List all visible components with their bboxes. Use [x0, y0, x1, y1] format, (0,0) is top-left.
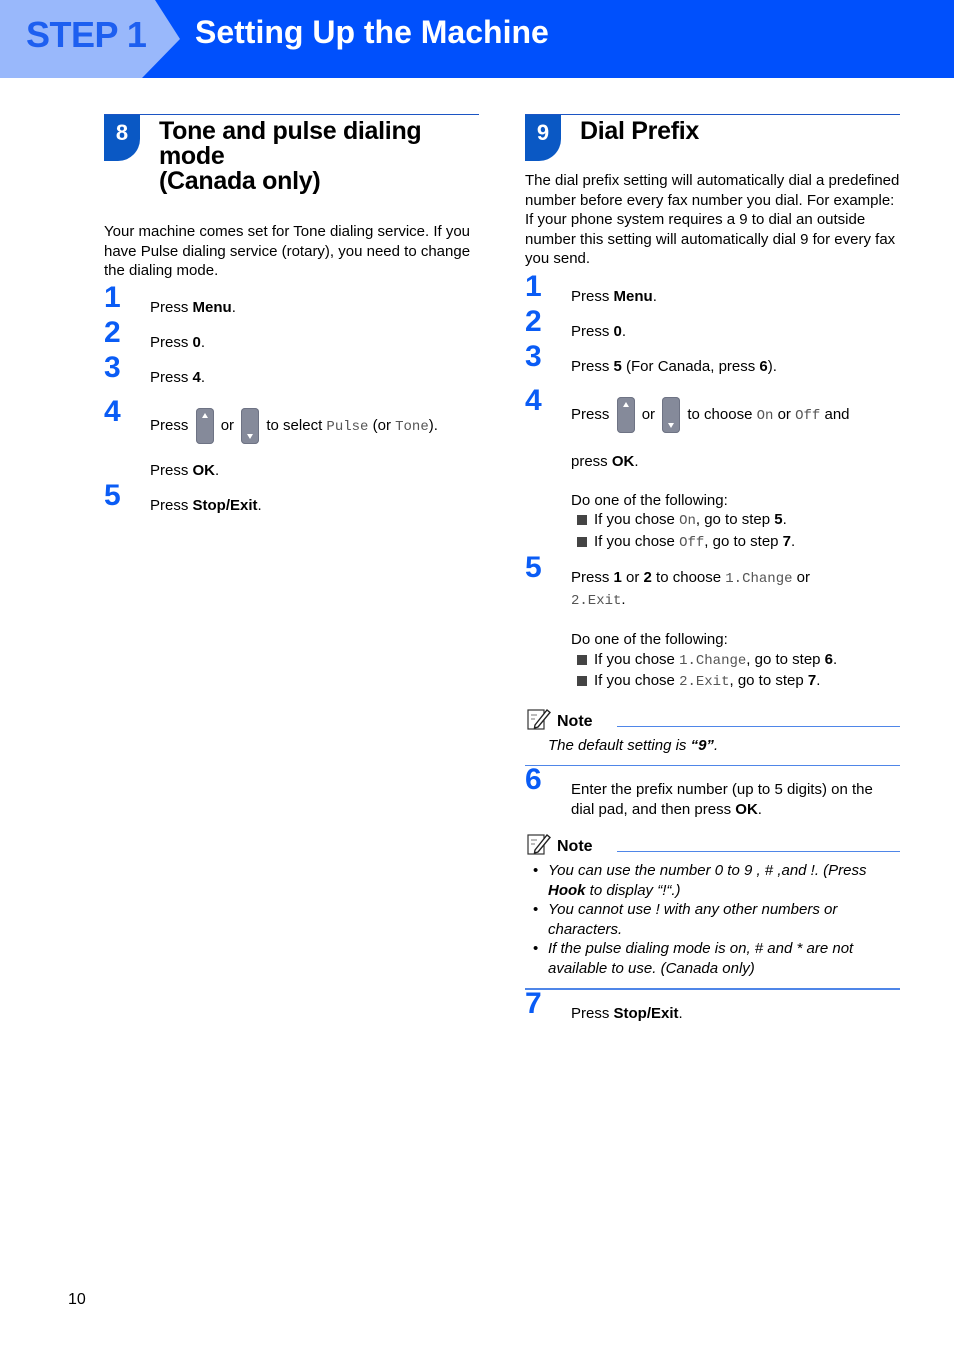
list-item: If you chose On, go to step 5. — [577, 510, 900, 532]
step-3: 3 Press 5 (For Canada, press 6). — [525, 339, 777, 375]
section-intro: The dial prefix setting will automatical… — [525, 172, 900, 267]
step-6: 6 Enter the prefix number (up to 5 digit… — [525, 763, 873, 818]
step-1: 1 Press Menu. — [104, 280, 236, 316]
step-5: 5 Press 1 or 2 to choose 1.Change or 2.Ex… — [525, 553, 900, 693]
page-title: Setting Up the Machine — [195, 14, 549, 50]
section-intro: Your machine comes set for Tone dialing … — [104, 223, 471, 279]
choice-list: If you chose On, go to step 5. If you ch… — [571, 510, 900, 553]
up-arrow-button-icon — [195, 408, 214, 444]
section-title: Dial Prefix — [580, 117, 699, 145]
step-3: 3 Press 4. — [104, 350, 206, 386]
step-5: 5 Press Stop/Exit. — [104, 479, 262, 514]
note-box: Note The default setting is “9”. — [525, 708, 900, 766]
step-1: 1 Press Menu. — [525, 269, 657, 305]
list-item: If you chose 2.Exit, go to step 7. — [577, 671, 900, 693]
step-label: STEP 1 — [26, 14, 147, 55]
list-item: You can use the number 0 to 9 , # ,and !… — [525, 861, 900, 900]
section-tone-pulse: 8 Tone and pulse dialing mode (Canada on… — [104, 114, 479, 516]
list-item: If you chose 1.Change, go to step 6. — [577, 650, 900, 672]
up-arrow-button-icon — [616, 397, 635, 433]
step-4: 4 Press or to choose On or Off and press… — [525, 386, 900, 553]
list-item: If the pulse dialing mode is on, # and *… — [525, 939, 900, 978]
list-item: You cannot use ! with any other numbers … — [525, 900, 900, 939]
header-banner: STEP 1 Setting Up the Machine — [0, 0, 954, 78]
choice-list: If you chose 1.Change, go to step 6. If … — [571, 650, 900, 693]
step-2: 2 Press 0. — [525, 304, 627, 340]
note-pencil-icon — [527, 834, 551, 855]
step-2: 2 Press 0. — [104, 315, 206, 351]
divider — [525, 765, 900, 766]
section-dial-prefix: 9 Dial Prefix The dial prefix setting wi… — [525, 114, 900, 1024]
list-item: If you chose Off, go to step 7. — [577, 532, 900, 554]
page-number: 10 — [68, 1291, 86, 1308]
note-box: Note You can use the number 0 to 9 , # ,… — [525, 834, 900, 990]
note-pencil-icon — [527, 708, 551, 730]
step-4: 4 Press or to select Pulse (or Tone). Pr… — [104, 395, 438, 479]
section-number-badge: 8 — [104, 115, 140, 161]
note-list: You can use the number 0 to 9 , # ,and !… — [525, 861, 900, 978]
section-title: Tone and pulse dialing mode (Canada only… — [159, 117, 422, 195]
step-7: 7 Press Stop/Exit. — [525, 987, 683, 1022]
down-arrow-button-icon — [241, 408, 260, 444]
section-number-badge: 9 — [525, 115, 561, 161]
down-arrow-button-icon — [662, 397, 681, 433]
divider — [525, 988, 900, 990]
section-header: 8 Tone and pulse dialing mode (Canada on… — [104, 114, 479, 194]
note-text: The default setting is “9”. — [548, 736, 719, 754]
section-header: 9 Dial Prefix — [525, 114, 900, 161]
